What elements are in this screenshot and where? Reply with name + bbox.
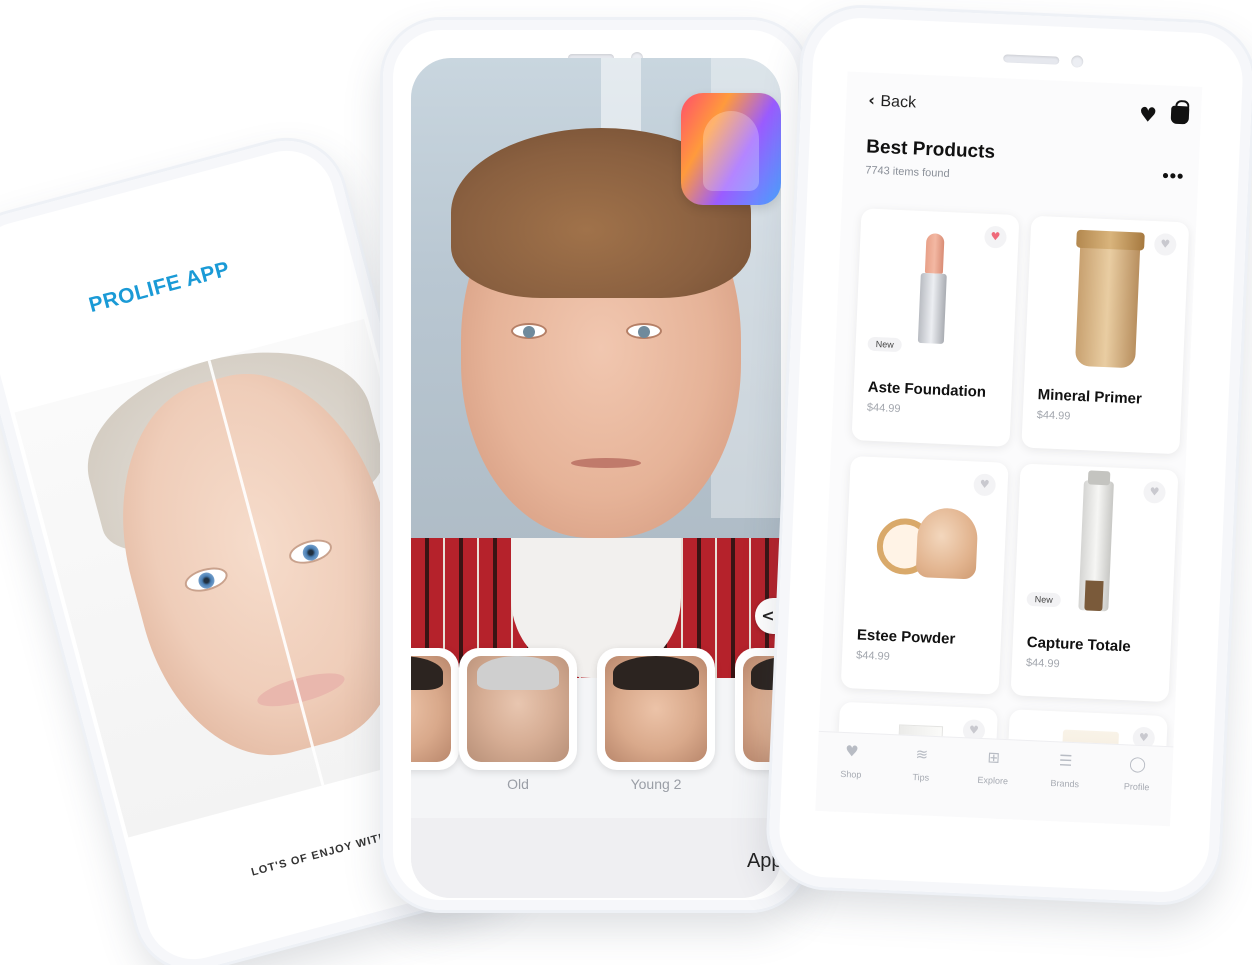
product-image-lipstick <box>917 233 949 344</box>
filter-card-young-2[interactable] <box>597 648 715 770</box>
tab-label: Tips <box>912 772 930 783</box>
back-label: Back <box>880 92 917 112</box>
new-badge: New <box>867 336 903 353</box>
left-eye <box>511 323 547 339</box>
head-silhouette-icon <box>703 111 759 191</box>
product-card[interactable]: ♥ Estee Powder $44.99 <box>840 456 1009 695</box>
filter-card-partial[interactable] <box>411 648 459 770</box>
product-card[interactable]: ♥ New Capture Totale $44.99 <box>1010 463 1179 703</box>
filter-thumbnail-young <box>605 656 707 762</box>
favorites-heart-icon[interactable]: ♥ <box>1139 102 1158 127</box>
favorite-heart-icon[interactable]: ♥ <box>1153 233 1177 257</box>
app-brand-title: PROLIFE APP <box>86 257 233 318</box>
middle-screen: < Old Young 2 Appl <box>411 58 781 898</box>
phone-frame-right: ‹ Back ♥ Best Products 7743 items found … <box>767 5 1252 905</box>
top-bar: ‹ Back ♥ <box>845 89 1201 134</box>
product-image-serum <box>1078 480 1114 612</box>
favorite-heart-icon[interactable]: ♥ <box>984 225 1007 249</box>
filter-card-old[interactable] <box>459 648 577 770</box>
back-button[interactable]: ‹ Back <box>868 90 917 112</box>
product-name: Capture Totale <box>1026 633 1132 656</box>
bottom-tab-bar: ♥ Shop ≋ Tips ⊞ Explore ☰ Brands ◯ Profi… <box>815 730 1174 827</box>
page-title: Best Products <box>865 136 996 164</box>
right-eye <box>626 323 662 339</box>
tab-label: Brands <box>1050 778 1080 790</box>
tagline-text: LOT'S OF ENJOY WITH P <box>250 827 401 879</box>
heart-icon: ♥ <box>844 742 860 761</box>
face-photo: < <box>411 58 781 678</box>
tab-tips[interactable]: ≋ Tips <box>889 745 955 784</box>
user-icon: ◯ <box>1128 754 1147 774</box>
filter-label-old: Old <box>507 776 529 792</box>
shopping-bag-icon[interactable] <box>1170 105 1190 125</box>
tab-label: Profile <box>1123 781 1150 793</box>
product-price: $44.99 <box>1025 656 1060 671</box>
grid-icon: ⊞ <box>987 748 1001 767</box>
product-image-powder <box>875 497 979 581</box>
product-price: $44.99 <box>1036 409 1071 423</box>
tab-label: Shop <box>840 768 862 780</box>
product-name: Mineral Primer <box>1037 386 1143 408</box>
product-name: Estee Powder <box>856 626 956 648</box>
favorite-heart-icon[interactable]: ♥ <box>1143 480 1166 504</box>
filter-strip: Old Young 2 <box>411 648 781 808</box>
more-options-icon[interactable]: ••• <box>1162 165 1185 187</box>
new-badge: New <box>1026 591 1062 608</box>
product-price: $44.99 <box>866 401 901 416</box>
front-camera <box>1070 55 1084 68</box>
list-icon: ☰ <box>1058 751 1073 770</box>
tab-profile[interactable]: ◯ Profile <box>1104 754 1170 793</box>
mouth <box>571 458 641 468</box>
items-count: 7743 items found <box>865 164 950 181</box>
layers-icon: ≋ <box>915 745 929 764</box>
filter-thumbnail-old <box>467 656 569 762</box>
product-image-primer <box>1074 235 1141 369</box>
product-card[interactable]: ♥ New Aste Foundation $44.99 <box>851 208 1020 447</box>
favorite-heart-icon[interactable]: ♥ <box>973 473 997 497</box>
chevron-left-icon: ‹ <box>867 90 881 110</box>
tab-label: Explore <box>977 774 1009 787</box>
bottom-action-bar: Appl <box>411 818 781 898</box>
tab-brands[interactable]: ☰ Brands <box>1033 751 1099 790</box>
product-price: $44.99 <box>855 649 890 663</box>
product-name: Aste Foundation <box>867 378 987 401</box>
filter-thumbnail <box>411 656 451 762</box>
faceapp-logo <box>681 93 781 205</box>
phone-frame-middle: < Old Young 2 Appl <box>383 20 808 910</box>
speaker-grille <box>1003 54 1060 65</box>
tab-explore[interactable]: ⊞ Explore <box>961 748 1027 787</box>
tab-shop[interactable]: ♥ Shop <box>819 742 885 781</box>
filter-label-young-2: Young 2 <box>630 776 682 792</box>
right-screen: ‹ Back ♥ Best Products 7743 items found … <box>815 71 1203 827</box>
product-card[interactable]: ♥ Mineral Primer $44.99 <box>1021 215 1190 455</box>
